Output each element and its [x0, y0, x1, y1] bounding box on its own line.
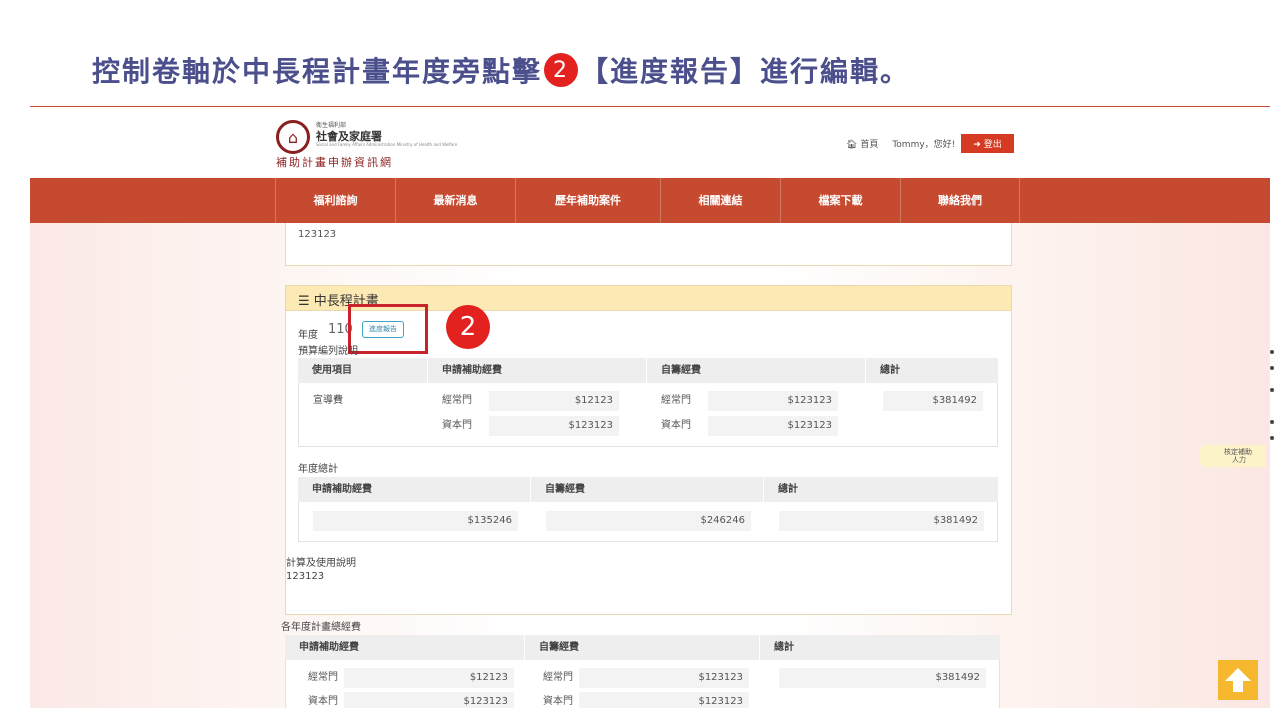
yearly-self-field-capital[interactable]: $123123 — [579, 692, 749, 708]
list-icon: ☰ — [298, 294, 310, 309]
previous-card-text: 123123 — [298, 229, 337, 240]
nav-downloads[interactable]: 檔案下載 — [780, 178, 900, 223]
yearly-apply-label-capital: 資本門 — [308, 696, 338, 707]
slide-title-before: 控制卷軸於中長程計畫年度旁點擊 — [92, 55, 543, 88]
annual-header-total: 總計 — [764, 477, 998, 502]
self-label-capital: 資本門 — [661, 420, 691, 431]
slide-divider — [30, 106, 1270, 107]
site-name: 補助計畫申辦資訊網 — [276, 156, 393, 169]
side-dot[interactable] — [1270, 388, 1274, 392]
yearly-self-field-recurrent[interactable]: $123123 — [579, 668, 749, 688]
yearly-self-label-capital: 資本門 — [543, 696, 573, 707]
yearly-total-label: 各年度計畫總經費 — [281, 622, 361, 633]
slide-title-after: 【進度報告】進行編輯。 — [580, 55, 911, 88]
annual-total-label: 年度總計 — [298, 464, 338, 475]
budget-label: 預算編列說明 — [298, 346, 358, 357]
year-label: 年度 — [298, 330, 318, 341]
yearly-apply-label-recurrent: 經常門 — [308, 672, 338, 683]
yearly-header-self: 自籌經費 — [525, 635, 760, 660]
budget-table: 使用項目 申請補助經費 自籌經費 總計 宣導費 經常門 $12123 資本門 $… — [298, 358, 998, 448]
apply-label-recurrent: 經常門 — [442, 395, 472, 406]
yearly-header-total: 總計 — [760, 635, 1000, 660]
annual-header-self: 自籌經費 — [531, 477, 764, 502]
user-greeting: Tommy，您好! — [892, 140, 956, 150]
apply-field-capital[interactable]: $123123 — [489, 416, 619, 436]
step-callout: 2 — [446, 305, 490, 349]
previous-card: 123123 — [285, 223, 1012, 266]
table-row: 宣導費 經常門 $12123 資本門 $123123 經常門 $123123 資… — [298, 383, 998, 447]
calc-label: 計算及使用說明 — [286, 558, 356, 569]
nav-contact[interactable]: 聯絡我們 — [900, 178, 1020, 223]
budget-header-apply: 申請補助經費 — [428, 358, 647, 383]
side-floating-tab[interactable]: 核定補助 人力 — [1200, 445, 1266, 467]
mid-long-plan-card: ☰ 中長程計畫 年度 110 進度報告 2 預算編列說明 使用項目 申請補助經費… — [285, 285, 1012, 615]
house-icon: ⌂ — [276, 120, 310, 154]
self-field-recurrent[interactable]: $123123 — [708, 391, 838, 411]
budget-item: 宣導費 — [313, 395, 343, 406]
side-tab-line1: 核定補助 — [1224, 448, 1252, 456]
side-dot[interactable] — [1270, 420, 1274, 424]
yearly-header-apply: 申請補助經費 — [285, 635, 525, 660]
side-dot[interactable] — [1270, 350, 1274, 354]
nav-news[interactable]: 最新消息 — [395, 178, 515, 223]
scroll-to-top-button[interactable] — [1218, 660, 1258, 700]
nav-welfare[interactable]: 福利諮詢 — [275, 178, 395, 223]
side-dot[interactable] — [1270, 366, 1274, 370]
self-label-recurrent: 經常門 — [661, 395, 691, 406]
yearly-total-field[interactable]: $381492 — [779, 668, 986, 688]
apply-field-recurrent[interactable]: $12123 — [489, 391, 619, 411]
apply-label-capital: 資本門 — [442, 420, 472, 431]
logout-button[interactable]: ➜ 登出 — [961, 134, 1014, 153]
annual-total-table: 申請補助經費 自籌經費 總計 $135246 $246246 $381492 — [298, 477, 998, 543]
home-icon: 🏠︎ — [846, 140, 858, 150]
annual-total-field[interactable]: $381492 — [779, 511, 984, 531]
sign-out-icon: ➜ — [973, 140, 981, 150]
calc-value: 123123 — [286, 571, 325, 582]
annual-apply-field[interactable]: $135246 — [313, 511, 518, 531]
step-badge: 2 — [544, 53, 579, 87]
main-nav: 福利諮詢 最新消息 歷年補助案件 相關連結 檔案下載 聯絡我們 — [30, 178, 1270, 223]
budget-total-field[interactable]: $381492 — [883, 391, 983, 411]
annual-self-field[interactable]: $246246 — [546, 511, 751, 531]
yearly-apply-field-recurrent[interactable]: $12123 — [344, 668, 514, 688]
self-field-capital[interactable]: $123123 — [708, 416, 838, 436]
nav-past-cases[interactable]: 歷年補助案件 — [515, 178, 660, 223]
home-link[interactable]: 🏠︎ 首頁 — [846, 137, 878, 150]
table-row: $135246 $246246 $381492 — [298, 502, 998, 542]
logo-english: Social and Family Affairs Administration… — [316, 142, 458, 147]
budget-header-self: 自籌經費 — [647, 358, 866, 383]
yearly-apply-field-capital[interactable]: $123123 — [344, 692, 514, 708]
arrow-up-icon — [1225, 668, 1251, 692]
budget-header-total: 總計 — [866, 358, 998, 383]
table-row: 經常門 $12123 資本門 $123123 經常門 $123123 資本門 $… — [285, 660, 1000, 708]
screenshot-page: ⌂ 衛生福利部 社會及家庭署 Social and Family Affairs… — [30, 108, 1270, 708]
highlight-box — [348, 304, 428, 354]
yearly-self-label-recurrent: 經常門 — [543, 672, 573, 683]
annual-header-apply: 申請補助經費 — [298, 477, 531, 502]
budget-header-item: 使用項目 — [298, 358, 428, 383]
nav-links[interactable]: 相關連結 — [660, 178, 780, 223]
slide-title: 控制卷軸於中長程計畫年度旁點擊 2 【進度報告】進行編輯。 — [92, 50, 910, 90]
side-dot[interactable] — [1270, 436, 1274, 440]
top-links: 🏠︎ 首頁 Tommy，您好! ➜ 登出 — [846, 134, 1014, 153]
side-tab-line2: 人力 — [1232, 456, 1246, 464]
yearly-total-table: 申請補助經費 自籌經費 總計 經常門 $12123 資本門 $123123 經常… — [285, 635, 1000, 708]
